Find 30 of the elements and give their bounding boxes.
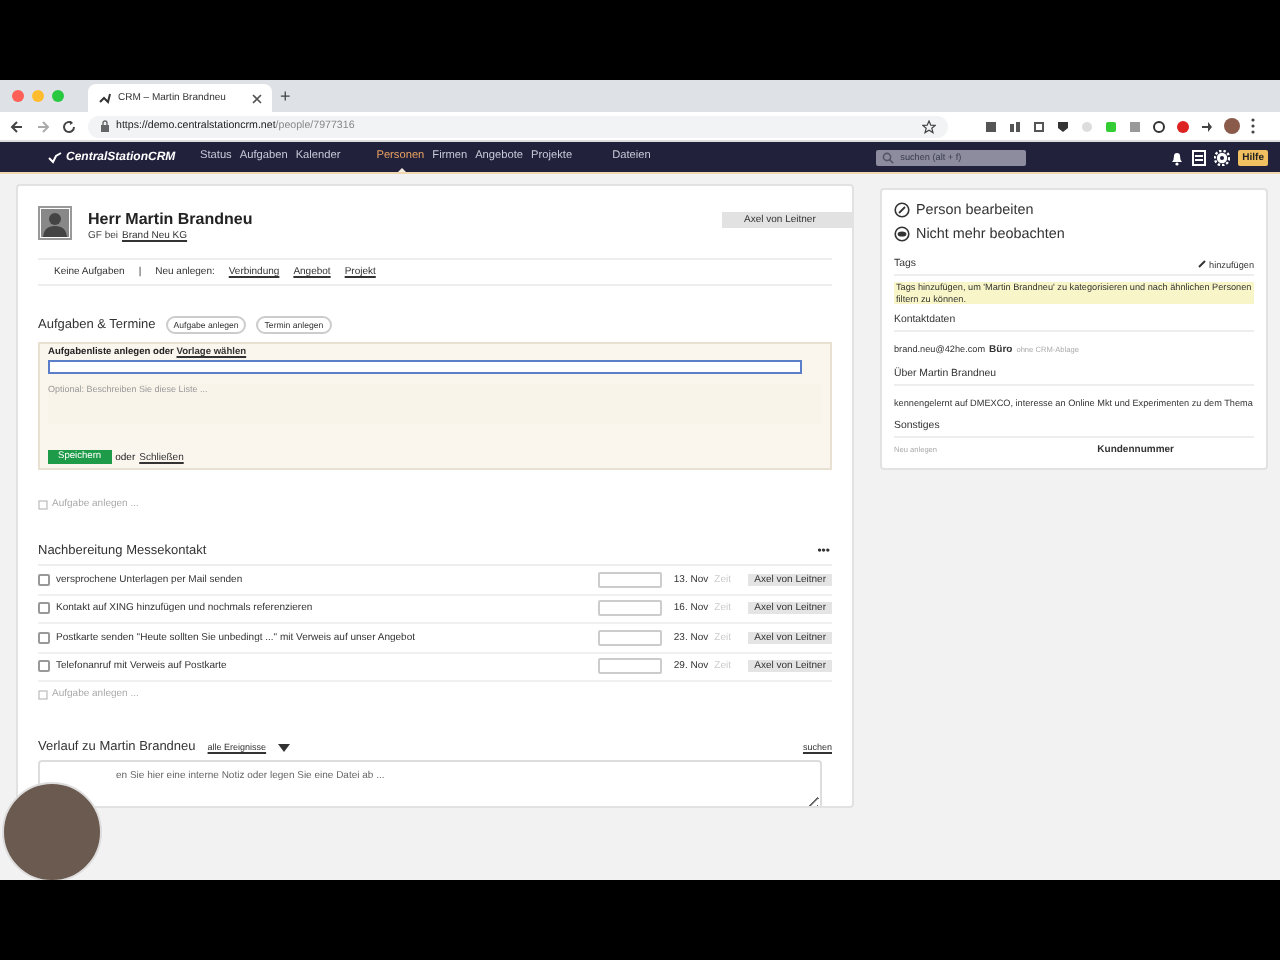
lock-icon xyxy=(100,120,110,132)
task-field[interactable] xyxy=(598,658,663,675)
task-field[interactable] xyxy=(598,571,663,588)
person-name: Herr Martin Brandneu xyxy=(88,210,253,228)
pencil-circle-icon xyxy=(894,201,910,217)
search-icon xyxy=(882,151,895,163)
task-checkbox[interactable] xyxy=(38,660,50,673)
settings-icon[interactable] xyxy=(1214,149,1231,165)
back-icon[interactable] xyxy=(10,119,24,133)
star-icon[interactable] xyxy=(922,119,936,133)
task-checkbox[interactable] xyxy=(38,602,50,615)
task-field[interactable] xyxy=(598,629,663,646)
reload-icon[interactable] xyxy=(62,119,76,133)
list-name-field[interactable] xyxy=(48,360,802,374)
checkbox-icon xyxy=(38,499,48,509)
new-tab-button[interactable]: + xyxy=(272,87,291,105)
logo-icon xyxy=(48,151,62,163)
checkbox-icon xyxy=(38,689,48,699)
profile-avatar-icon[interactable] xyxy=(1224,118,1240,134)
avatar-silhouette-icon xyxy=(38,206,72,240)
task-checkbox[interactable] xyxy=(38,573,50,586)
list-icon[interactable] xyxy=(1192,149,1207,165)
task-checkbox[interactable] xyxy=(38,631,50,644)
caret-icon[interactable] xyxy=(278,743,291,751)
close-icon[interactable] xyxy=(252,93,262,103)
more-menu-icon[interactable] xyxy=(1250,118,1256,134)
logo-icon xyxy=(98,91,112,105)
task-field[interactable] xyxy=(598,600,663,617)
pencil-icon xyxy=(1197,260,1206,268)
bell-icon[interactable] xyxy=(1170,149,1185,165)
